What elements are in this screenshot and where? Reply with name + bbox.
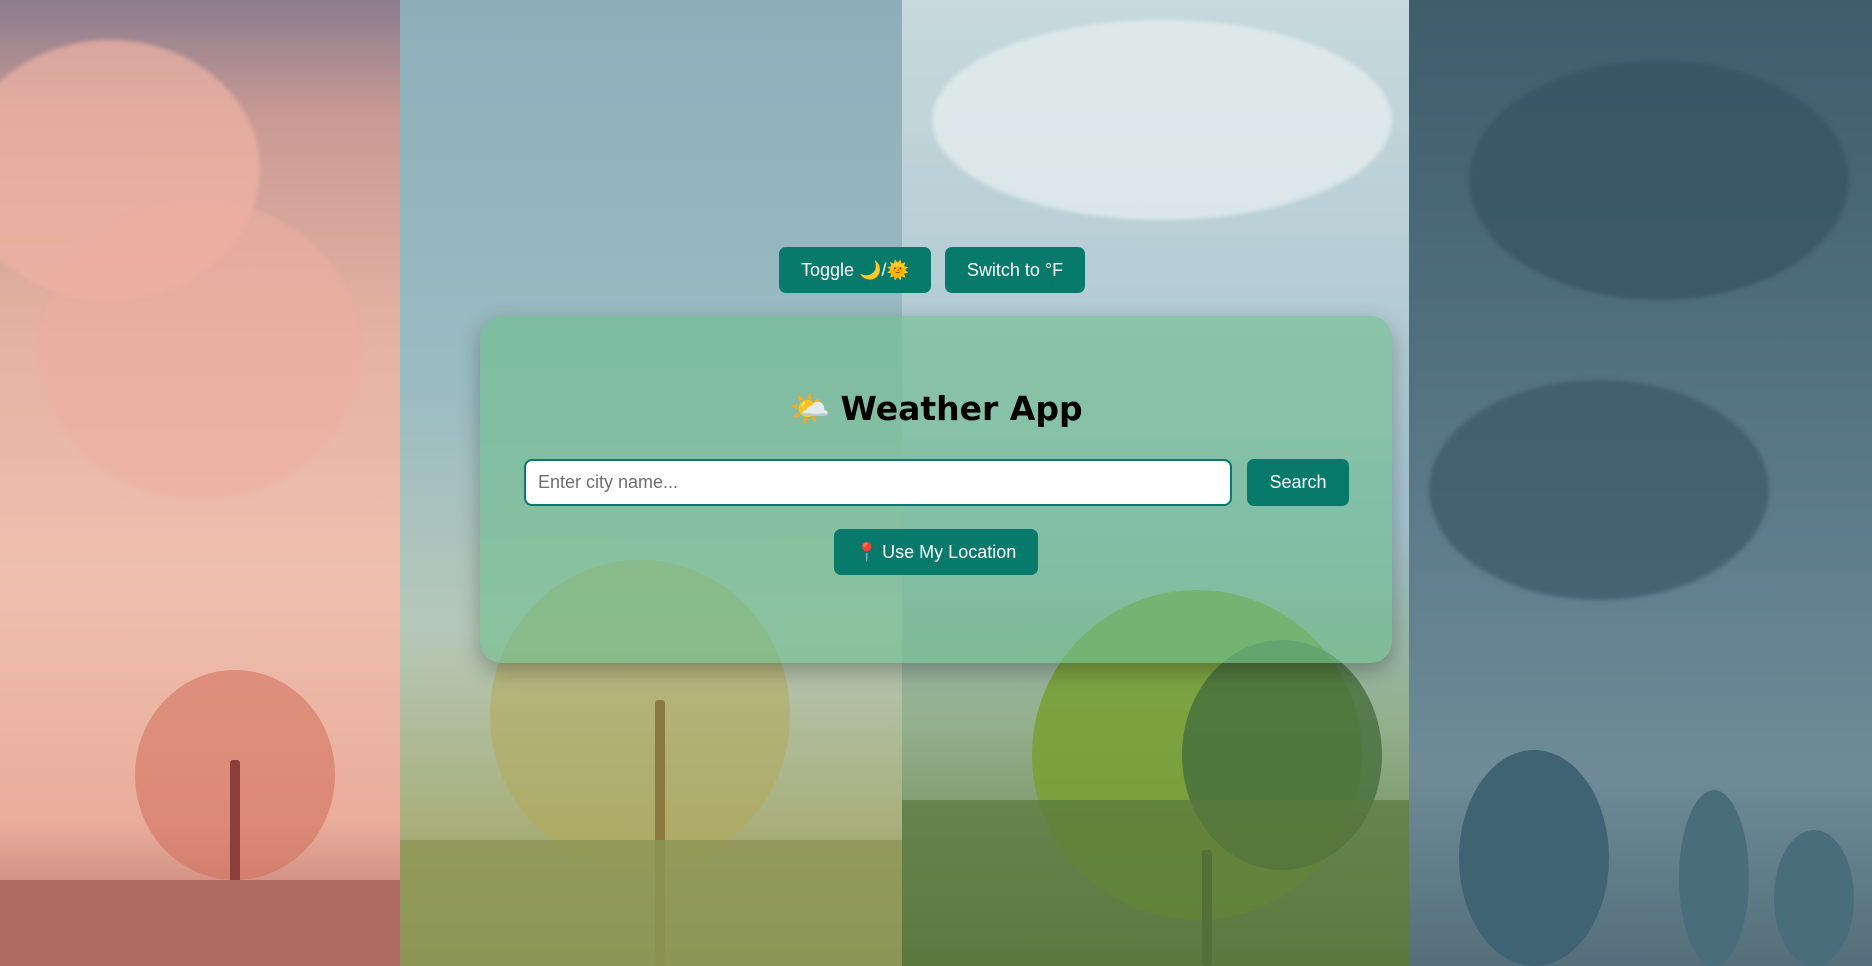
app-title-text: Weather App [840, 389, 1083, 428]
location-row: 📍 Use My Location [480, 529, 1392, 575]
unit-toggle-button[interactable]: Switch to °F [944, 247, 1086, 293]
search-button[interactable]: Search [1247, 459, 1349, 506]
city-search-input[interactable] [524, 459, 1232, 506]
use-my-location-label: Use My Location [882, 542, 1017, 562]
pin-icon: 📍 [855, 542, 879, 562]
search-row: Search [524, 459, 1349, 506]
weather-card: 🌤️Weather App Search 📍Use My Location [480, 316, 1392, 663]
background-panel-autumn [0, 0, 400, 966]
top-toolbar: Toggle 🌙/🌞 Switch to °F [779, 247, 1086, 293]
theme-toggle-button[interactable]: Toggle 🌙/🌞 [779, 247, 931, 293]
sun-behind-cloud-icon: 🌤️ [789, 389, 831, 428]
background-panel-winter [1409, 0, 1872, 966]
app-title: 🌤️ Weather App [480, 389, 1392, 429]
use-my-location-button[interactable]: 📍 Use My Location [833, 529, 1039, 575]
